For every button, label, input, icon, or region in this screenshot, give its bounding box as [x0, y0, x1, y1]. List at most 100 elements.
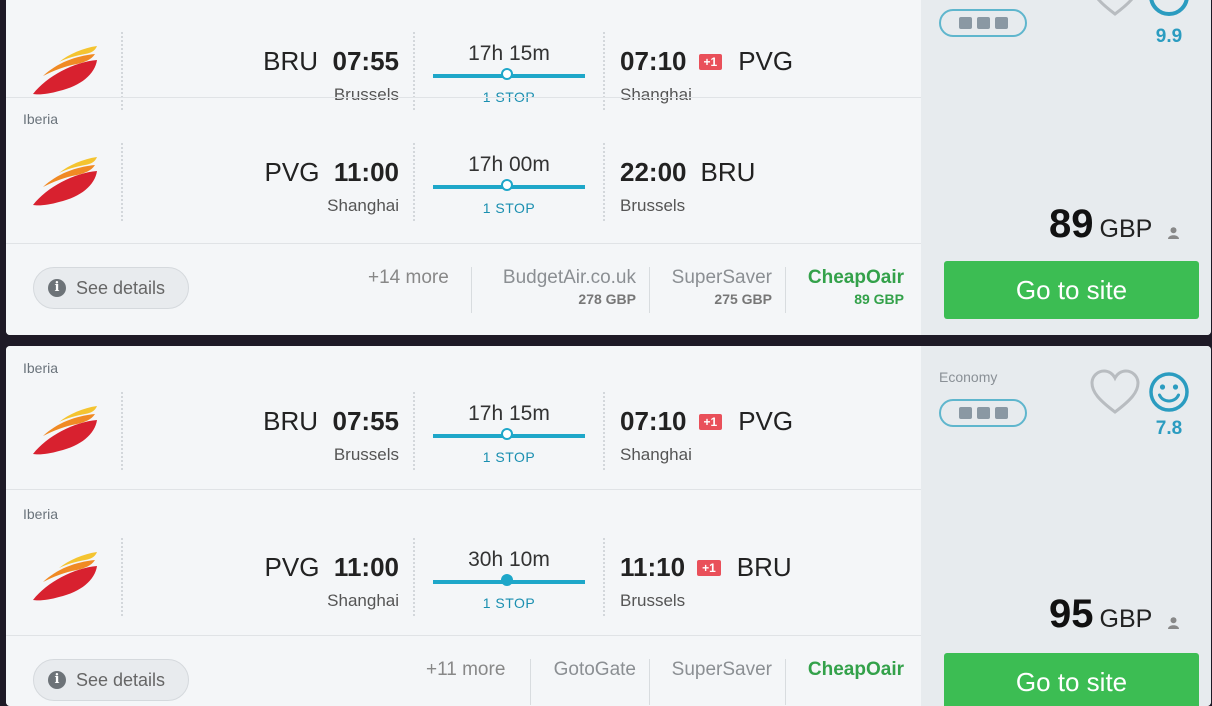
stop-marker	[501, 428, 513, 440]
arrival: 07:10 +1 PVG	[620, 46, 793, 77]
price-panel: Economy 7.8 95 GBP Go to site	[921, 346, 1211, 706]
wifi-icon	[958, 17, 972, 29]
more-providers-link[interactable]: +14 more	[368, 267, 449, 289]
stops-count[interactable]: 1 STOP	[433, 200, 585, 216]
provider-name: CheapOair	[807, 267, 904, 288]
providers-footer: i See details +11 more GotoGate SuperSav…	[6, 635, 921, 706]
departure-time: 11:00	[333, 552, 399, 582]
go-to-site-button[interactable]: Go to site	[944, 261, 1199, 319]
return-leg[interactable]: Iberia PVG 11:00 Shanghai 17h 00m 1 STOP…	[6, 97, 921, 243]
see-details-button[interactable]: i See details	[33, 659, 189, 701]
departure: PVG 11:00	[265, 157, 399, 188]
provider-option[interactable]: SuperSaver	[654, 659, 772, 683]
iberia-logo-icon	[33, 552, 97, 601]
arrival-time: 22:00	[620, 157, 687, 187]
cabin-class: Economy	[939, 369, 998, 385]
provider-price: 89 GBP	[854, 291, 904, 307]
arrival-city: Shanghai	[620, 445, 692, 464]
seat-icon	[994, 17, 1008, 29]
amenities-badge[interactable]	[939, 9, 1027, 37]
price-amount: 89	[1049, 202, 1094, 246]
arrival-time: 07:10	[620, 46, 687, 76]
info-icon: i	[48, 279, 66, 297]
rating-ring-icon	[1149, 0, 1189, 16]
divider	[603, 538, 605, 616]
departure-city: Shanghai	[327, 591, 399, 610]
see-details-label: See details	[76, 277, 166, 298]
rating-score: 7.8	[1155, 418, 1183, 439]
departure-time: 07:55	[332, 406, 400, 436]
route-line	[433, 428, 585, 440]
route-line	[433, 179, 585, 191]
duration: 30h 10m	[468, 548, 550, 571]
provider-name: GotoGate	[553, 659, 636, 680]
divider	[603, 143, 605, 221]
duration: 17h 00m	[468, 153, 550, 176]
stops-count[interactable]: 1 STOP	[433, 449, 585, 465]
providers-footer: i See details +14 more BudgetAir.co.uk 2…	[6, 243, 921, 335]
divider	[121, 538, 123, 616]
arrival-code: BRU	[700, 157, 756, 187]
provider-separator	[471, 267, 472, 313]
departure: BRU 07:55	[263, 406, 399, 437]
departure-code: PVG	[264, 552, 320, 582]
provider-name: CheapOair	[807, 659, 904, 680]
stops-count[interactable]: 1 STOP	[433, 595, 585, 611]
duration: 17h 15m	[468, 42, 550, 65]
person-icon	[1167, 617, 1179, 629]
provider-separator	[785, 267, 786, 313]
heart-icon[interactable]	[1089, 368, 1141, 416]
arrival-code: PVG	[738, 406, 794, 436]
route-line	[433, 574, 585, 586]
arrival-time: 07:10	[620, 406, 687, 436]
departure-code: BRU	[263, 406, 319, 436]
provider-option[interactable]: SuperSaver 275 GBP	[654, 267, 772, 307]
stop-marker	[501, 68, 513, 80]
provider-separator	[649, 267, 650, 313]
best-provider-option[interactable]: CheapOair 89 GBP	[790, 267, 904, 307]
provider-option[interactable]: GotoGate	[536, 659, 636, 683]
provider-option[interactable]: BudgetAir.co.uk 278 GBP	[476, 267, 636, 307]
itinerary-legs: Iberia BRU 07:55 Brussels 17h 15m 1 STOP…	[6, 346, 921, 706]
result-card[interactable]: BRU 07:55 Brussels 17h 15m 1 STOP 07:10 …	[6, 0, 1211, 335]
arrival: 07:10 +1 PVG	[620, 406, 793, 437]
divider	[413, 143, 415, 221]
departure-time: 11:00	[333, 157, 399, 187]
arrival: 11:10 +1 BRU	[620, 552, 792, 583]
price: 89 GBP	[1049, 202, 1179, 247]
provider-separator	[785, 659, 786, 705]
outbound-leg[interactable]: Iberia BRU 07:55 Brussels 17h 15m 1 STOP…	[6, 346, 921, 492]
divider	[603, 392, 605, 470]
provider-price: 275 GBP	[714, 291, 772, 307]
price-panel: 9.9 89 GBP Go to site	[921, 0, 1211, 335]
next-day-badge: +1	[698, 53, 723, 70]
more-providers-link[interactable]: +11 more	[426, 659, 505, 681]
amenities-badge[interactable]	[939, 399, 1027, 427]
duration: 17h 15m	[468, 402, 550, 425]
airline-name: Iberia	[23, 111, 59, 127]
return-leg[interactable]: Iberia PVG 11:00 Shanghai 30h 10m 1 STOP…	[6, 492, 921, 638]
go-to-site-button[interactable]: Go to site	[944, 653, 1199, 706]
provider-separator	[530, 659, 531, 705]
provider-price: 278 GBP	[578, 291, 636, 307]
departure-code: BRU	[263, 46, 319, 76]
next-day-badge: +1	[698, 413, 723, 430]
stop-marker	[501, 179, 513, 191]
see-details-button[interactable]: i See details	[33, 267, 189, 309]
info-icon: i	[48, 671, 66, 689]
iberia-logo-icon	[33, 406, 97, 455]
rating-score: 9.9	[1155, 26, 1183, 47]
best-provider-option[interactable]: CheapOair	[790, 659, 904, 683]
price-currency: GBP	[1099, 605, 1153, 633]
person-icon	[1167, 227, 1179, 239]
departure: BRU 07:55	[263, 46, 399, 77]
route-line	[433, 68, 585, 80]
next-day-badge: +1	[697, 559, 721, 576]
heart-icon[interactable]	[1089, 0, 1141, 18]
leg-divider	[6, 489, 921, 490]
stop-marker	[501, 574, 513, 586]
divider	[121, 143, 123, 221]
entertainment-icon	[976, 17, 990, 29]
price-currency: GBP	[1099, 215, 1153, 243]
result-card[interactable]: Iberia BRU 07:55 Brussels 17h 15m 1 STOP…	[6, 346, 1211, 706]
